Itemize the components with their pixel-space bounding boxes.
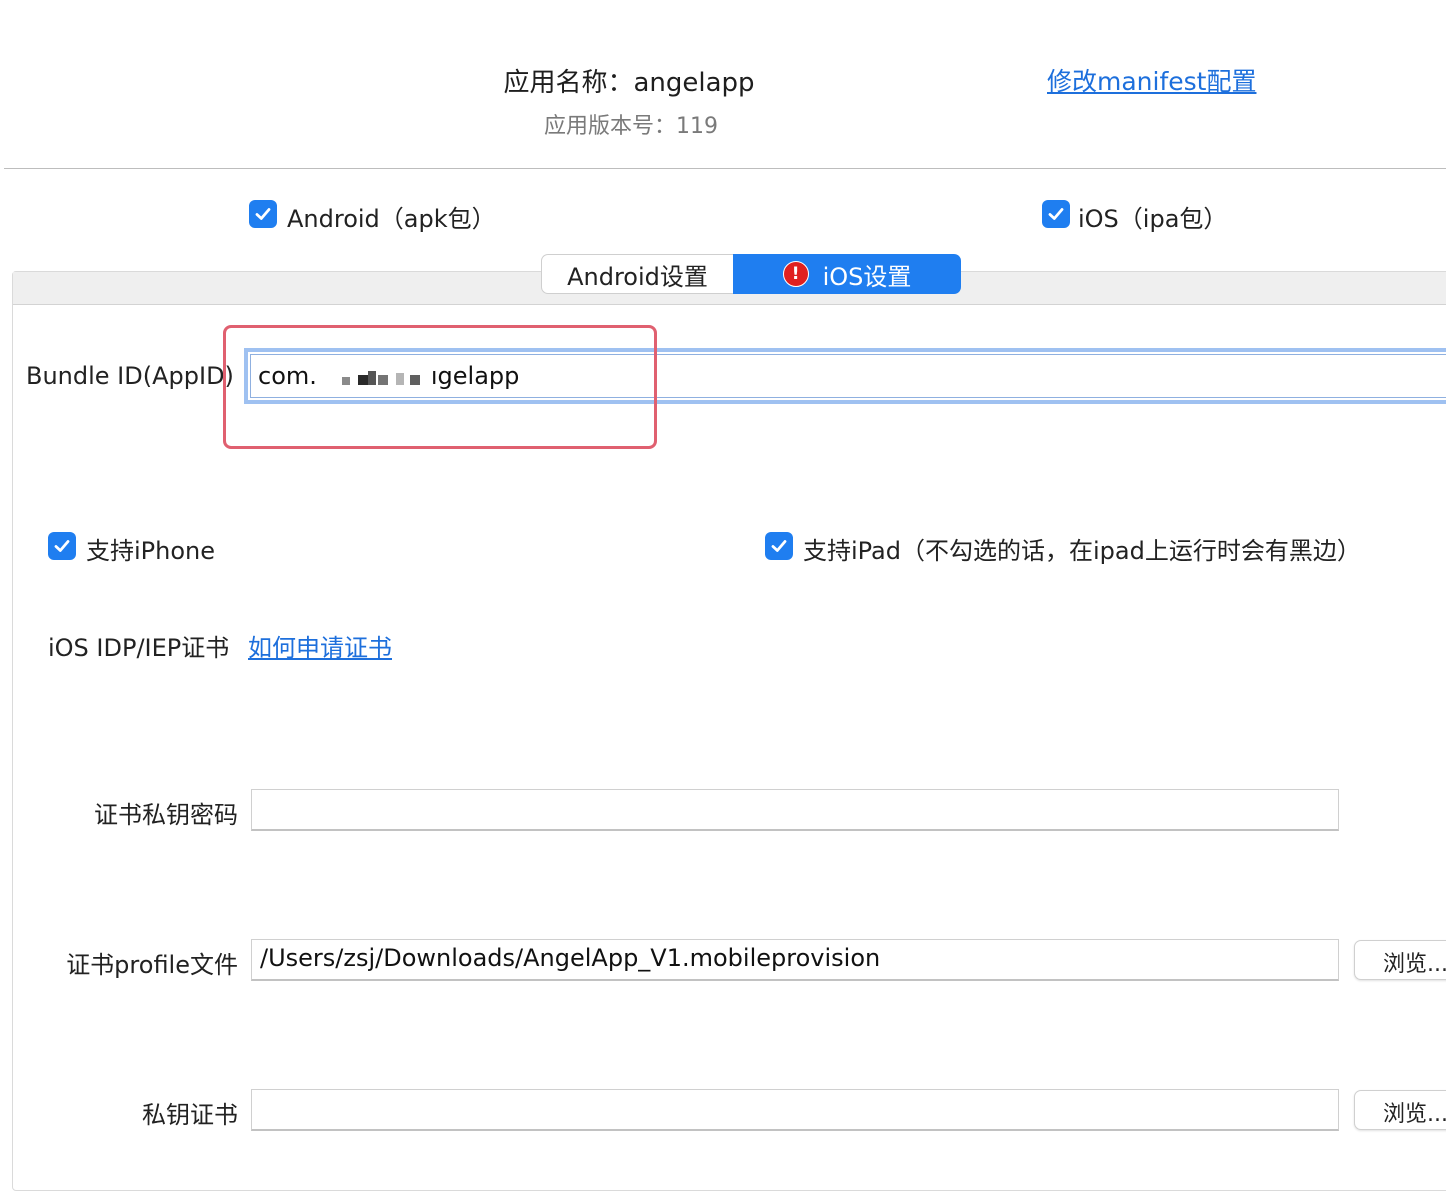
private-key-cert-label: 私钥证书 [142,1101,238,1129]
support-ipad-checkbox[interactable] [765,532,793,560]
tab-android-settings[interactable]: Android设置 [541,254,733,294]
browse-profile-button[interactable]: 浏览... [1354,940,1446,980]
ios-checkbox[interactable] [1042,200,1070,228]
support-ipad-label: 支持iPad（不勾选的话，在ipad上运行时会有黑边） [803,537,1361,565]
tab-android-settings-label: Android设置 [567,262,708,291]
cert-password-label: 证书私钥密码 [94,801,238,829]
support-iphone-label: 支持iPhone [86,537,216,565]
tab-ios-settings-label: iOS设置 [822,262,912,291]
cert-password-input[interactable] [251,789,1339,831]
browse-private-key-button[interactable]: 浏览... [1354,1090,1446,1130]
ios-certificate-label: iOS IDP/IEP证书 [48,634,230,662]
profile-file-label: 证书profile文件 [66,951,238,979]
checkmark-icon [255,208,271,220]
edit-manifest-link[interactable]: 修改manifest配置 [1047,62,1256,98]
checkmark-icon [54,540,70,552]
support-iphone-checkbox[interactable] [48,532,76,560]
private-key-cert-input[interactable] [251,1089,1339,1131]
checkmark-icon [771,540,787,552]
annotation-highlight-box [223,325,657,449]
android-platform-label: Android（apk包） [287,205,496,233]
panel-tab-strip-divider [13,304,1446,305]
header-divider [4,168,1446,169]
tab-ios-settings[interactable]: ! iOS设置 [733,254,961,294]
error-icon: ! [782,261,809,287]
app-version: 应用版本号：119 [544,114,718,139]
bundle-id-label: Bundle ID(AppID) [26,362,234,390]
how-to-apply-cert-link[interactable]: 如何申请证书 [248,628,392,663]
checkmark-icon [1048,208,1064,220]
settings-tabbar: Android设置 ! iOS设置 [541,254,961,294]
profile-file-input[interactable]: /Users/zsj/Downloads/AngelApp_V1.mobilep… [251,939,1339,981]
android-checkbox[interactable] [249,200,277,228]
ios-platform-label: iOS（ipa包） [1078,205,1228,233]
